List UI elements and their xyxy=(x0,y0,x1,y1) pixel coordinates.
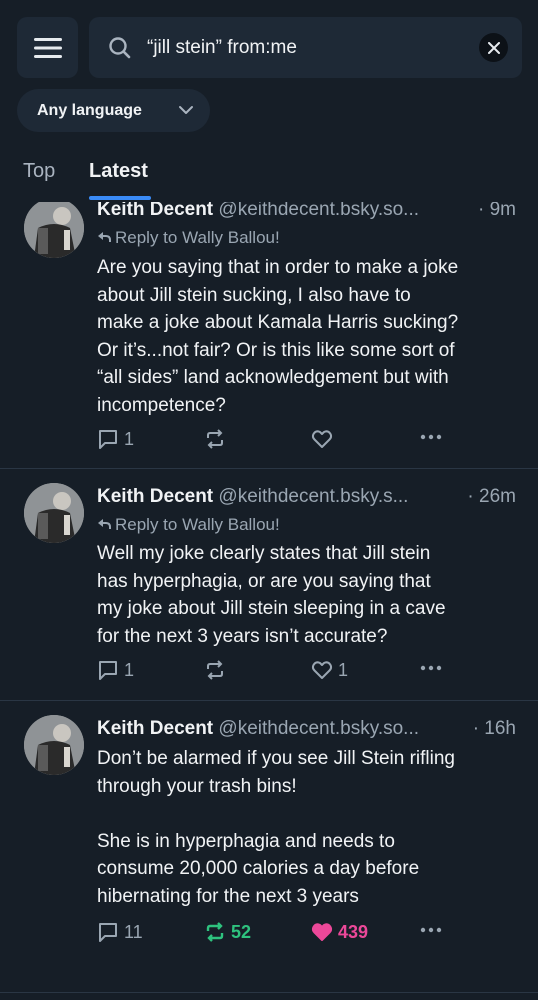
like-button[interactable]: 1 xyxy=(311,659,348,681)
like-count: 1 xyxy=(338,659,349,680)
repost-icon xyxy=(206,922,224,942)
post-divider xyxy=(0,992,538,993)
tab-latest[interactable]: Latest xyxy=(89,158,148,184)
more-options-button[interactable] xyxy=(419,425,443,449)
avatar[interactable] xyxy=(24,715,84,775)
language-select-value: Any language xyxy=(37,102,142,119)
reply-context[interactable]: Reply to Wally Ballou! xyxy=(97,226,280,250)
repost-button[interactable] xyxy=(204,428,231,450)
author-handle[interactable]: @keithdecent.bsky.so... xyxy=(218,199,419,220)
heart-icon xyxy=(311,661,333,679)
repost-button[interactable]: 52 xyxy=(204,921,251,943)
reply-count: 11 xyxy=(124,921,143,942)
reply-icon xyxy=(99,430,117,449)
reply-count: 1 xyxy=(124,659,135,680)
clear-search-button[interactable] xyxy=(479,33,508,62)
more-icon xyxy=(420,927,442,933)
author-name[interactable]: Keith Decent xyxy=(97,199,213,220)
heart-icon xyxy=(311,430,333,448)
reply-context[interactable]: Reply to Wally Ballou! xyxy=(97,513,280,537)
more-options-button[interactable] xyxy=(419,918,443,942)
author-name[interactable]: Keith Decent xyxy=(97,718,213,739)
language-select[interactable]: Any language xyxy=(17,89,210,132)
post-item[interactable]: Keith Decent @keithdecent.bsky.s... · 26… xyxy=(0,469,538,701)
post-text: Are you saying that in order to make a j… xyxy=(97,257,459,416)
reply-button[interactable]: 1 xyxy=(97,659,134,681)
search-icon xyxy=(109,37,131,59)
reply-icon xyxy=(99,661,117,680)
author-handle[interactable]: @keithdecent.bsky.so... xyxy=(218,718,419,739)
repost-button[interactable] xyxy=(204,659,231,681)
post-text: Well my joke clearly states that Jill st… xyxy=(97,543,446,647)
like-button[interactable] xyxy=(311,428,338,450)
repost-icon xyxy=(207,429,223,449)
like-button[interactable]: 439 xyxy=(311,921,368,943)
search-input[interactable]: “jill stein” from:me xyxy=(147,17,297,78)
heart-icon xyxy=(311,923,333,941)
close-icon xyxy=(487,41,500,54)
reply-button[interactable]: 11 xyxy=(97,921,143,943)
reply-arrow-icon xyxy=(97,226,111,250)
author-name[interactable]: Keith Decent xyxy=(97,486,213,507)
chevron-down-icon xyxy=(179,106,193,114)
avatar[interactable] xyxy=(24,483,84,543)
more-icon xyxy=(420,665,442,671)
reply-to-label: Reply to Wally Ballou! xyxy=(115,515,280,534)
tab-top[interactable]: Top xyxy=(23,158,55,184)
hamburger-icon xyxy=(33,37,62,58)
reply-count: 1 xyxy=(124,428,135,449)
search-header: “jill stein” from:me Any language Top La… xyxy=(0,0,538,202)
post-text: Don’t be alarmed if you see Jill Stein r… xyxy=(97,748,456,907)
reply-icon xyxy=(99,923,117,942)
post-item[interactable]: Keith Decent @keithdecent.bsky.so... · 9… xyxy=(0,192,538,469)
post-time[interactable]: · 16h xyxy=(466,716,516,742)
more-options-button[interactable] xyxy=(419,656,443,680)
more-icon xyxy=(420,434,442,440)
menu-button[interactable] xyxy=(17,17,78,78)
active-tab-indicator xyxy=(89,196,151,200)
author-handle[interactable]: @keithdecent.bsky.s... xyxy=(218,486,408,507)
post-time[interactable]: · 26m xyxy=(461,484,516,510)
reply-button[interactable]: 1 xyxy=(97,428,134,450)
post-item[interactable]: Keith Decent @keithdecent.bsky.so... · 1… xyxy=(0,701,538,993)
repost-count: 52 xyxy=(231,921,252,942)
repost-icon xyxy=(207,660,223,680)
reply-arrow-icon xyxy=(97,513,111,537)
search-bar[interactable]: “jill stein” from:me xyxy=(89,17,522,78)
like-count: 439 xyxy=(338,921,369,942)
avatar[interactable] xyxy=(24,198,84,258)
reply-to-label: Reply to Wally Ballou! xyxy=(115,228,280,247)
